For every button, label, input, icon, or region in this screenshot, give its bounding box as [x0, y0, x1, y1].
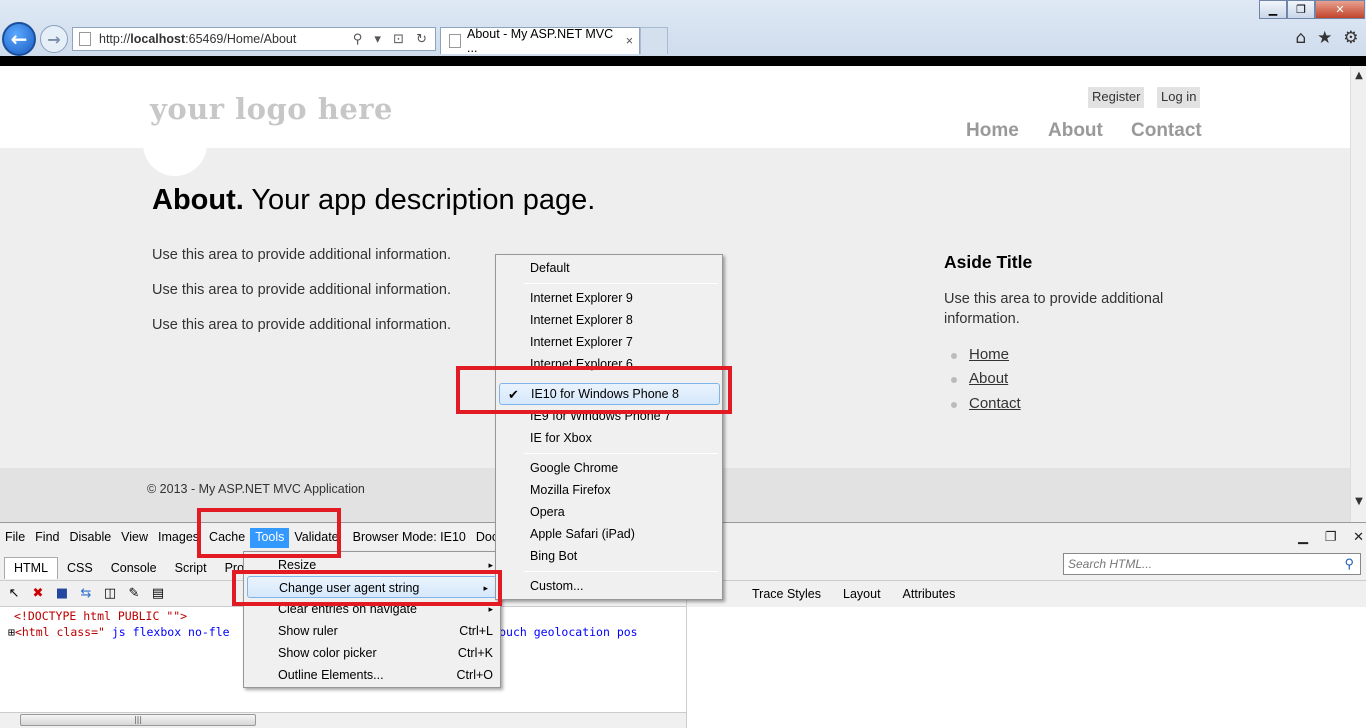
- menu-view[interactable]: View: [116, 528, 153, 548]
- aside-link-contact[interactable]: Contact: [969, 395, 1021, 412]
- maximize-button[interactable]: ❐: [1287, 0, 1315, 19]
- page-icon: [79, 32, 91, 46]
- page-scrollbar[interactable]: ▲ ▼: [1350, 66, 1366, 522]
- ua-default[interactable]: Default: [530, 258, 570, 278]
- tab-console[interactable]: Console: [102, 558, 166, 579]
- annotation-highlight-tools-menu: [197, 508, 341, 558]
- menu-separator: [524, 571, 718, 572]
- tab-css[interactable]: CSS: [58, 558, 102, 579]
- nav-home-link[interactable]: Home: [966, 120, 1019, 142]
- page-title: About. Your app description page.: [152, 184, 596, 216]
- nav-contact-link[interactable]: Contact: [1131, 120, 1202, 142]
- tab-html[interactable]: HTML: [4, 557, 59, 579]
- user-agent-submenu: Default Internet Explorer 9 Internet Exp…: [495, 254, 723, 600]
- ua-apple-safari-ipad[interactable]: Apple Safari (iPad): [530, 524, 635, 544]
- search-html-placeholder: Search HTML...: [1068, 557, 1153, 571]
- devtools-tabs: HTML CSS Console Script Profile: [0, 555, 269, 579]
- ua-ie9[interactable]: Internet Explorer 9: [530, 288, 633, 308]
- tab-attributes[interactable]: Attributes: [892, 587, 967, 601]
- select-element-icon[interactable]: ↖: [6, 585, 22, 601]
- gear-icon[interactable]: ⚙: [1343, 28, 1358, 50]
- scroll-thumb[interactable]: |||: [20, 714, 256, 726]
- dom-icon[interactable]: ◫: [102, 585, 118, 601]
- footer-copyright: © 2013 - My ASP.NET MVC Application: [147, 482, 365, 496]
- address-tools-icons[interactable]: ⚲ ▾ ⊡ ↻: [353, 32, 435, 47]
- style-pane: [686, 607, 1366, 728]
- menu-disable[interactable]: Disable: [64, 528, 116, 548]
- tab-close-icon[interactable]: ×: [626, 34, 639, 48]
- annotation-highlight-change-user-agent: [232, 570, 502, 606]
- aside-title: Aside Title: [944, 252, 1033, 272]
- forward-arrow-icon[interactable]: →: [40, 25, 68, 53]
- home-icon[interactable]: ⌂: [1295, 28, 1306, 50]
- menu-item-show-color-picker[interactable]: Show color picker Ctrl+K: [278, 642, 493, 664]
- menu-browser-mode[interactable]: Browser Mode: IE10: [348, 528, 471, 548]
- menu-item-outline-elements[interactable]: Outline Elements... Ctrl+O: [278, 664, 493, 686]
- login-link[interactable]: Log in: [1157, 87, 1201, 108]
- tab-page-icon: [449, 34, 461, 48]
- refresh-icon[interactable]: ⇆: [78, 585, 94, 601]
- devtools-window-controls: ▁ ❐ ✕: [1298, 530, 1364, 545]
- register-link[interactable]: Register: [1088, 87, 1145, 108]
- save-icon[interactable]: ■: [54, 585, 70, 601]
- ua-google-chrome[interactable]: Google Chrome: [530, 458, 618, 478]
- browser-tab[interactable]: About - My ASP.NET MVC ... ×: [440, 27, 640, 55]
- edit-icon[interactable]: ✎: [126, 585, 142, 601]
- window-controls: ▁ ❐ ✕: [1259, 0, 1365, 19]
- ua-bing-bot[interactable]: Bing Bot: [530, 546, 577, 566]
- content-paragraph: Use this area to provide additional info…: [152, 282, 452, 298]
- content-paragraph: Use this area to provide additional info…: [152, 247, 452, 263]
- tab-script[interactable]: Script: [166, 558, 216, 579]
- tab-title: About - My ASP.NET MVC ...: [467, 27, 614, 55]
- nav-about-link[interactable]: About: [1048, 120, 1103, 142]
- toolbar-divider: [0, 56, 1366, 66]
- aside-link-about[interactable]: About: [969, 370, 1008, 387]
- annotation-highlight-ie10-wp8: [456, 366, 732, 414]
- search-icon[interactable]: ⚲: [1344, 556, 1354, 572]
- back-arrow-icon[interactable]: ←: [2, 22, 36, 56]
- browser-window: ▁ ❐ ✕ ← → http://localhost:65469/Home/Ab…: [0, 0, 1366, 728]
- ua-ie8[interactable]: Internet Explorer 8: [530, 310, 633, 330]
- close-window-button[interactable]: ✕: [1315, 0, 1365, 19]
- site-logo[interactable]: your logo here: [150, 92, 393, 126]
- devtools-minimize-icon[interactable]: ▁: [1298, 530, 1308, 545]
- devtools-close-icon[interactable]: ✕: [1353, 530, 1364, 545]
- aside-link-home[interactable]: Home: [969, 346, 1009, 363]
- browser-toolbar-icons: ⌂ ★ ⚙: [1290, 28, 1364, 50]
- new-tab-button[interactable]: [640, 27, 668, 54]
- ua-mozilla-firefox[interactable]: Mozilla Firefox: [530, 480, 611, 500]
- ua-ie7[interactable]: Internet Explorer 7: [530, 332, 633, 352]
- scroll-down-icon[interactable]: ▼: [1351, 494, 1366, 510]
- devtools-restore-icon[interactable]: ❐: [1325, 530, 1337, 545]
- tab-layout[interactable]: Layout: [832, 587, 892, 601]
- list-bullet: [951, 353, 957, 359]
- menu-item-show-ruler[interactable]: Show ruler Ctrl+L: [278, 620, 493, 642]
- list-bullet: [951, 402, 957, 408]
- aside-text: Use this area to provide additional info…: [944, 291, 1164, 327]
- minimize-button[interactable]: ▁: [1259, 0, 1287, 19]
- content-paragraph: Use this area to provide additional info…: [152, 317, 452, 333]
- menu-file[interactable]: File: [0, 528, 30, 548]
- address-url: http://localhost:65469/Home/About: [99, 32, 297, 46]
- address-bar[interactable]: http://localhost:65469/Home/About ⚲ ▾ ⊡ …: [72, 27, 436, 51]
- ua-ie-xbox[interactable]: IE for Xbox: [530, 428, 592, 448]
- list-bullet: [951, 377, 957, 383]
- scroll-up-icon[interactable]: ▲: [1351, 68, 1366, 84]
- ua-custom[interactable]: Custom...: [530, 576, 584, 596]
- menu-separator: [524, 453, 718, 454]
- star-icon[interactable]: ★: [1317, 28, 1332, 50]
- ua-opera[interactable]: Opera: [530, 502, 565, 522]
- tab-trace-styles[interactable]: Trace Styles: [741, 587, 832, 601]
- menu-separator: [524, 283, 718, 284]
- doctype-line[interactable]: <!DOCTYPE html PUBLIC "">: [14, 609, 187, 623]
- search-html-input[interactable]: Search HTML... ⚲: [1063, 553, 1361, 575]
- devtools-right-tabs: Trace Styles Layout Attributes: [686, 580, 1366, 607]
- word-wrap-icon[interactable]: ▤: [150, 585, 166, 601]
- menu-find[interactable]: Find: [30, 528, 64, 548]
- clear-icon[interactable]: ✖: [30, 585, 46, 601]
